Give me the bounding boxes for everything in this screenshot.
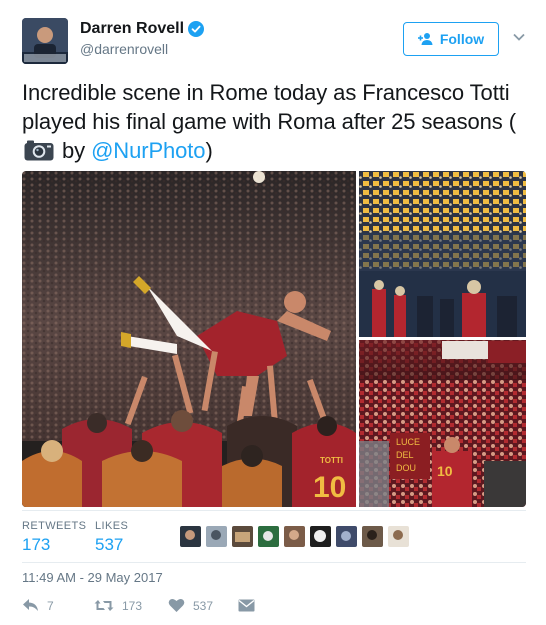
avatar[interactable] [22, 18, 68, 64]
main-photo[interactable]: TOTTI 10 [22, 171, 356, 507]
likes-value[interactable]: 537 [95, 535, 128, 555]
like-button[interactable]: 537 [168, 598, 213, 613]
retweets-value[interactable]: 173 [22, 535, 86, 555]
divider-top [22, 510, 526, 511]
svg-text:10: 10 [437, 463, 453, 479]
follow-button-label: Follow [439, 31, 485, 47]
likers-avatars [180, 526, 409, 547]
retweet-icon [94, 600, 114, 611]
camera-icon [24, 140, 54, 161]
timestamp[interactable]: 11:49 AM - 29 May 2017 [22, 570, 163, 585]
stadium-photo[interactable] [359, 171, 526, 337]
banner-text-1: LUCE [396, 437, 420, 447]
reply-icon [23, 599, 38, 611]
retweet-count: 173 [122, 598, 143, 613]
media-grid[interactable]: TOTTI 10 LUCE DEL DOU 10 [22, 171, 526, 507]
retweets-label: RETWEETS [22, 520, 87, 532]
tweet-text: Incredible scene in Rome today as France… [22, 78, 532, 165]
liker-avatar[interactable] [284, 526, 305, 547]
reply-count: 7 [47, 598, 54, 613]
liker-avatar[interactable] [310, 526, 331, 547]
jersey-number: 10 [313, 471, 346, 504]
banner-text-3: DOU [396, 463, 416, 473]
liker-avatar[interactable] [362, 526, 383, 547]
retweets-stat[interactable]: RETWEETS 173 [22, 520, 86, 555]
heart-icon [168, 599, 185, 612]
mention-link[interactable]: @NurPhoto [91, 138, 205, 163]
reply-button[interactable]: 7 [22, 598, 54, 613]
banner-text-2: DEL [396, 450, 414, 460]
liker-avatar[interactable] [180, 526, 201, 547]
liker-avatar[interactable] [206, 526, 227, 547]
liker-avatar[interactable] [258, 526, 279, 547]
author-handle[interactable]: @darrenrovell [80, 41, 168, 57]
envelope-icon [238, 599, 255, 612]
tweet-text-end: ) [205, 138, 213, 163]
author-name-row[interactable]: Darren Rovell [80, 20, 205, 38]
add-user-icon [417, 33, 433, 45]
author-name[interactable]: Darren Rovell [80, 20, 184, 38]
likes-label: LIKES [95, 520, 129, 532]
verified-badge-icon [188, 21, 205, 37]
likes-stat[interactable]: LIKES 537 [95, 520, 128, 555]
liker-avatar[interactable] [388, 526, 409, 547]
chevron-down-icon[interactable] [512, 30, 526, 44]
tweet-card: Darren Rovell @darrenrovell Follow Incre… [0, 0, 546, 625]
fans-photo[interactable]: LUCE DEL DOU 10 [359, 340, 526, 507]
tweet-text-body: Incredible scene in Rome today as France… [22, 80, 516, 134]
retweet-button[interactable]: 173 [94, 598, 142, 613]
liker-avatar[interactable] [232, 526, 253, 547]
like-count: 537 [193, 598, 214, 613]
divider-bottom [22, 562, 526, 563]
liker-avatar[interactable] [336, 526, 357, 547]
tweet-text-by: by [56, 138, 92, 163]
direct-message-button[interactable] [238, 598, 255, 613]
jersey-name: TOTTI [320, 456, 343, 465]
follow-button[interactable]: Follow [403, 22, 499, 56]
